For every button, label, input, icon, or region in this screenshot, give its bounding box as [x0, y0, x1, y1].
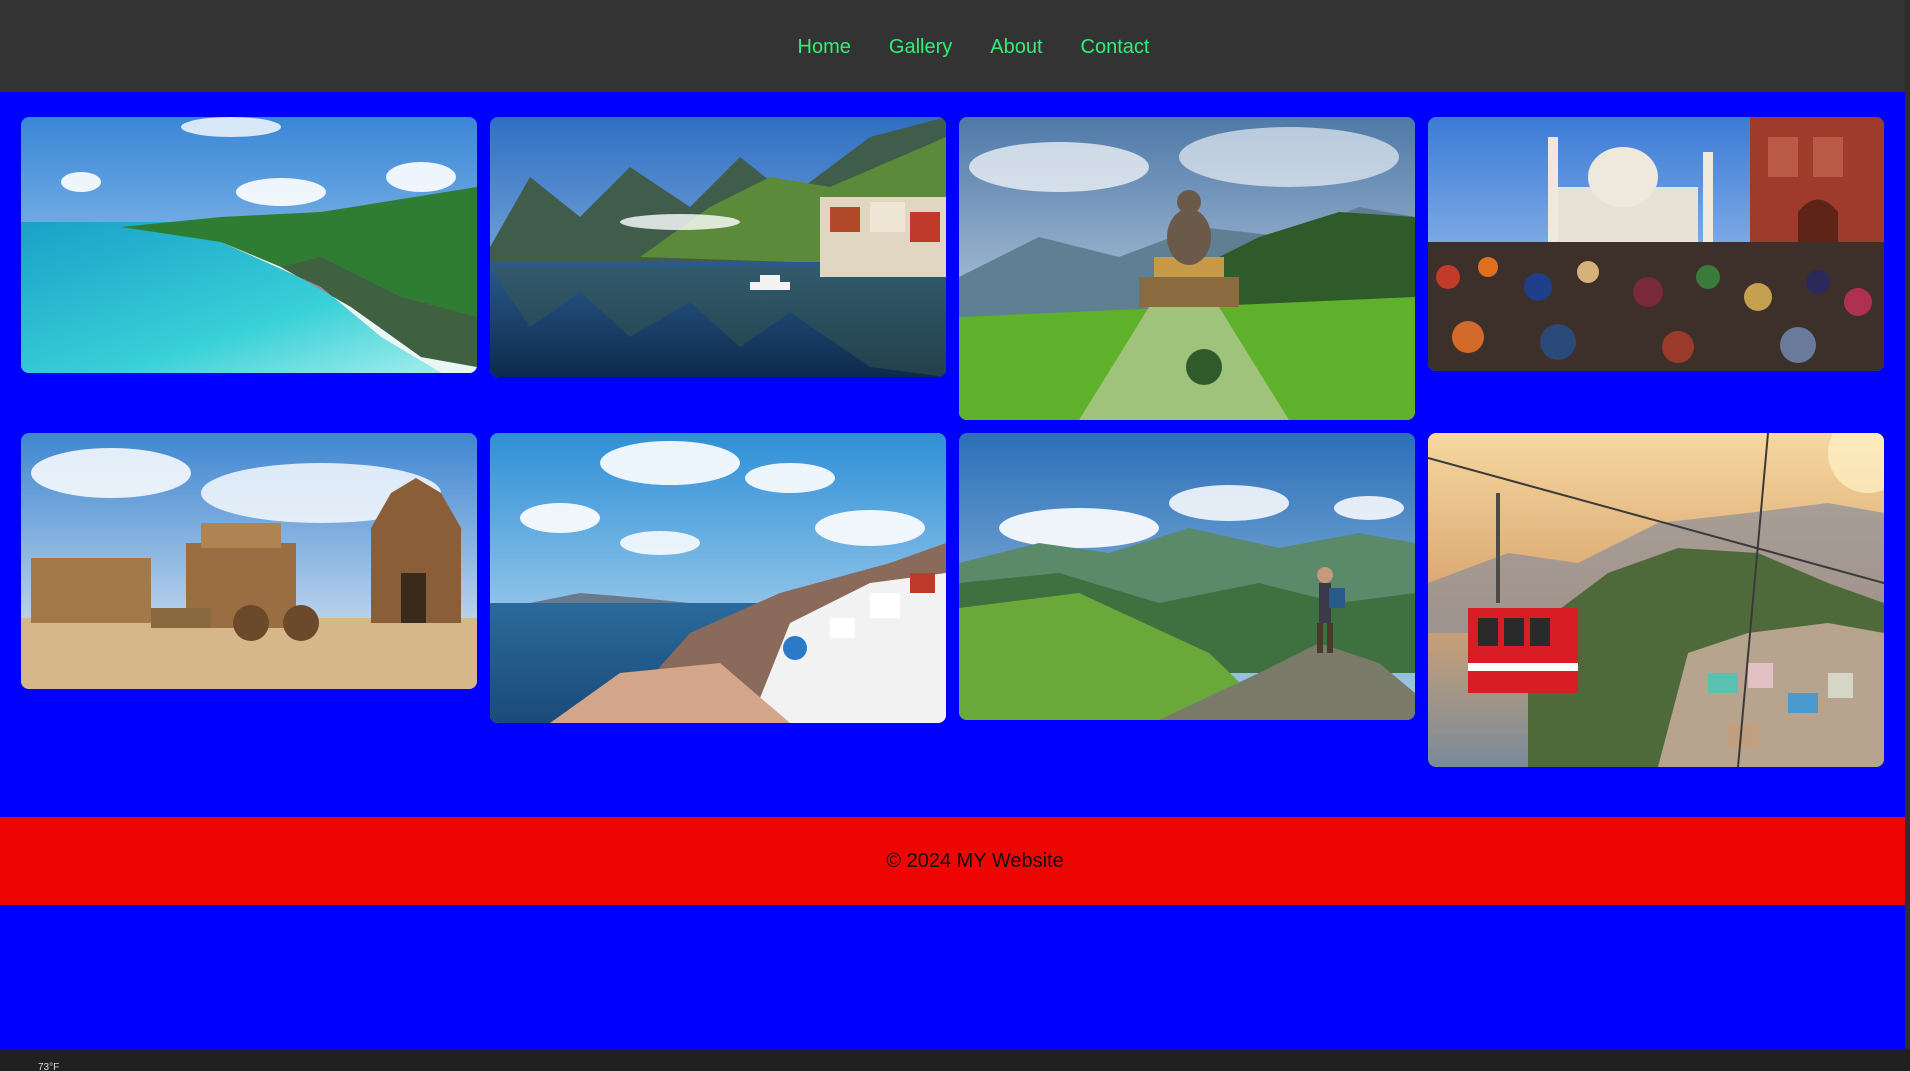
nav-link-home[interactable]: Home [798, 36, 851, 59]
gallery-image-stone-temple[interactable] [21, 433, 477, 689]
gallery-image-cable-car[interactable] [1428, 433, 1884, 767]
gallery-image-taj-mahal[interactable] [1428, 117, 1884, 371]
taskbar-weather[interactable]: 73°F [38, 1062, 59, 1071]
page: Home Gallery About Contact © 2024 MY Web… [0, 0, 1910, 1071]
gallery-image-beach[interactable] [21, 117, 477, 373]
window-scrollbar[interactable] [1905, 0, 1910, 1049]
gallery-image-cliff-village[interactable] [490, 433, 946, 723]
nav-link-contact[interactable]: Contact [1081, 36, 1150, 59]
gallery-image-buddha-park[interactable] [959, 117, 1415, 420]
os-taskbar: 73°F [0, 1049, 1910, 1071]
gallery-image-mountain-hiker[interactable] [959, 433, 1415, 720]
gallery-image-alpine-lake[interactable] [490, 117, 946, 377]
site-footer: © 2024 MY Website [0, 817, 1905, 905]
nav-link-gallery[interactable]: Gallery [889, 36, 952, 59]
top-navbar: Home Gallery About Contact [0, 0, 1905, 92]
nav-link-about[interactable]: About [990, 36, 1042, 59]
footer-copyright: © 2024 MY Website [886, 849, 1064, 872]
nav-links: Home Gallery About Contact [798, 36, 1150, 59]
